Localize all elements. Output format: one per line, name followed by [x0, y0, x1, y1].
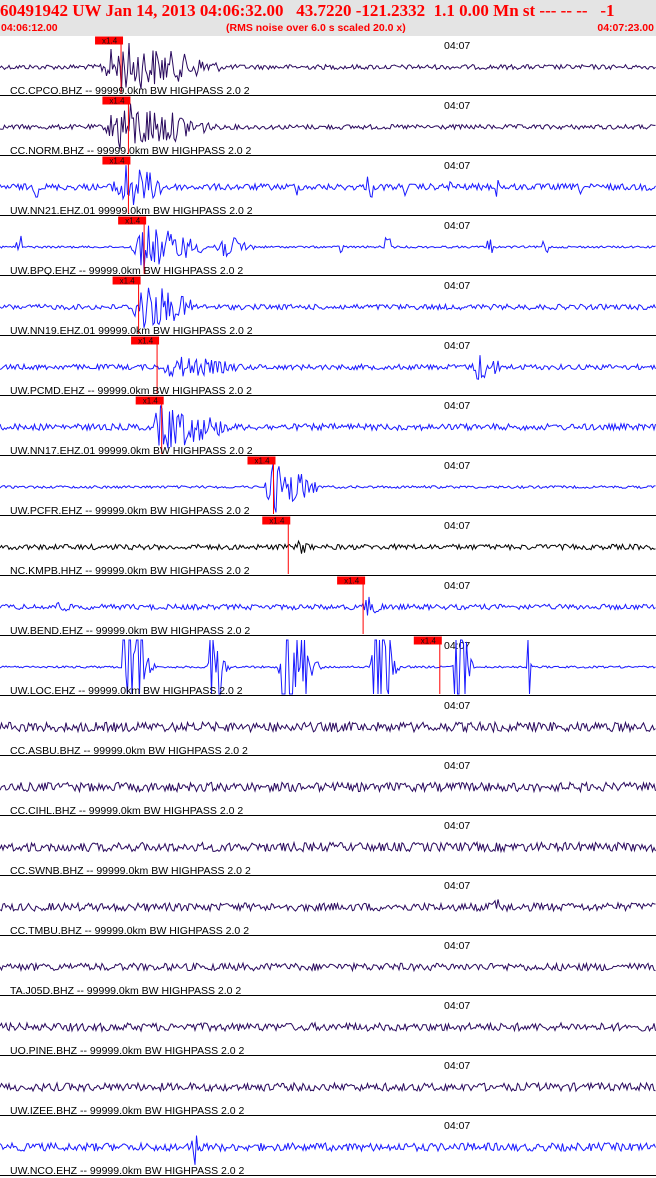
- waveform-trace: [0, 961, 656, 973]
- time-mark-label: 04:07: [444, 580, 470, 592]
- waveform-trace: [0, 103, 656, 150]
- station-label: UW.NN19.EHZ.01 99999.0km BW HIGHPASS 2.0…: [10, 325, 253, 337]
- waveform-trace: [0, 287, 656, 328]
- start-time: 04:06:12.00: [1, 22, 58, 34]
- seismogram-plot: 04:07x1.4CC.CPCO.BHZ -- 99999.0km BW HIG…: [0, 36, 656, 1177]
- pick-label: x1.4: [254, 457, 270, 466]
- waveform-trace: [0, 1081, 656, 1093]
- time-mark-label: 04:07: [444, 160, 470, 172]
- time-mark-label: 04:07: [444, 1060, 470, 1072]
- time-mark-label: 04:07: [444, 220, 470, 232]
- pick-label: x1.4: [102, 37, 118, 46]
- waveform-trace: [0, 840, 656, 854]
- waveform-trace: [0, 405, 656, 449]
- pick-label: x1.4: [138, 337, 154, 346]
- event-title: 60491942 UW Jan 14, 2013 04:06:32.00 43.…: [0, 1, 615, 20]
- time-mark-label: 04:07: [444, 280, 470, 292]
- pick-label: x1.4: [109, 157, 125, 166]
- waveform-trace: [0, 596, 656, 616]
- noise-note: (RMS noise over 6.0 s scaled 20.0 x): [226, 22, 406, 34]
- station-label: NC.KMPB.HHZ -- 99999.0km BW HIGHPASS 2.0…: [10, 565, 250, 577]
- time-mark-label: 04:07: [444, 460, 470, 472]
- station-label: CC.TMBU.BHZ -- 99999.0km BW HIGHPASS 2.0…: [10, 925, 249, 937]
- time-mark-label: 04:07: [444, 340, 470, 352]
- station-label: UO.PINE.BHZ -- 99999.0km BW HIGHPASS 2.0…: [10, 1045, 245, 1057]
- pick-label: x1.4: [125, 217, 141, 226]
- time-mark-label: 04:07: [444, 40, 470, 52]
- waveform-trace: [0, 539, 656, 554]
- waveform-trace: [0, 1021, 656, 1033]
- station-label: UW.BPQ.EHZ -- 99999.0km BW HIGHPASS 2.0 …: [10, 265, 243, 277]
- event-header: 60491942 UW Jan 14, 2013 04:06:32.00 43.…: [0, 0, 656, 36]
- waveform-trace: [0, 899, 656, 913]
- station-label: CC.ASBU.BHZ -- 99999.0km BW HIGHPASS 2.0…: [10, 745, 248, 757]
- waveform-trace: [0, 225, 656, 271]
- station-label: TA.J05D.BHZ -- 99999.0km BW HIGHPASS 2.0…: [10, 985, 241, 997]
- station-label: CC.CPCO.BHZ -- 99999.0km BW HIGHPASS 2.0…: [10, 85, 250, 97]
- time-mark-label: 04:07: [444, 760, 470, 772]
- station-label: UW.BEND.EHZ -- 99999.0km BW HIGHPASS 2.0…: [10, 625, 250, 637]
- time-mark-label: 04:07: [444, 700, 470, 712]
- time-mark-label: 04:07: [444, 1000, 470, 1012]
- time-mark-label: 04:07: [444, 940, 470, 952]
- time-mark-label: 04:07: [444, 520, 470, 532]
- time-mark-label: 04:07: [444, 400, 470, 412]
- station-label: UW.PCFR.EHZ -- 99999.0km BW HIGHPASS 2.0…: [10, 505, 250, 517]
- pick-label: x1.4: [269, 517, 285, 526]
- station-label: CC.CIHL.BHZ -- 99999.0km BW HIGHPASS 2.0…: [10, 805, 243, 817]
- time-mark-label: 04:07: [444, 1120, 470, 1132]
- station-label: UW.PCMD.EHZ -- 99999.0km BW HIGHPASS 2.0…: [10, 385, 252, 397]
- waveform-trace: [0, 165, 656, 206]
- time-mark-label: 04:07: [444, 820, 470, 832]
- waveform-trace: [0, 355, 656, 380]
- station-label: UW.NN17.EHZ.01 99999.0km BW HIGHPASS 2.0…: [10, 445, 253, 457]
- pick-label: x1.4: [109, 97, 125, 106]
- station-label: UW.NCO.EHZ -- 99999.0km BW HIGHPASS 2.0 …: [10, 1165, 245, 1177]
- pick-label: x1.4: [143, 397, 159, 406]
- waveform-trace: [0, 720, 656, 734]
- end-time: 04:07:23.00: [597, 22, 654, 34]
- pick-label: x1.4: [421, 637, 437, 646]
- waveform-trace: [0, 42, 656, 91]
- station-label: UW.IZEE.BHZ -- 99999.0km BW HIGHPASS 2.0…: [10, 1105, 245, 1117]
- station-label: UW.NN21.EHZ.01 99999.0km BW HIGHPASS 2.0…: [10, 205, 253, 217]
- pick-label: x1.4: [120, 277, 136, 286]
- station-label: CC.NORM.BHZ -- 99999.0km BW HIGHPASS 2.0…: [10, 145, 252, 157]
- time-mark-label: 04:07: [444, 880, 470, 892]
- waveform-trace: [0, 1135, 656, 1165]
- station-label: UW.LOC.EHZ -- 99999.0km BW HIGHPASS 2.0 …: [10, 685, 243, 697]
- time-mark-label: 04:07: [444, 100, 470, 112]
- pick-label: x1.4: [344, 577, 360, 586]
- station-label: CC.SWNB.BHZ -- 99999.0km BW HIGHPASS 2.0…: [10, 865, 251, 877]
- waveform-trace: [0, 780, 656, 794]
